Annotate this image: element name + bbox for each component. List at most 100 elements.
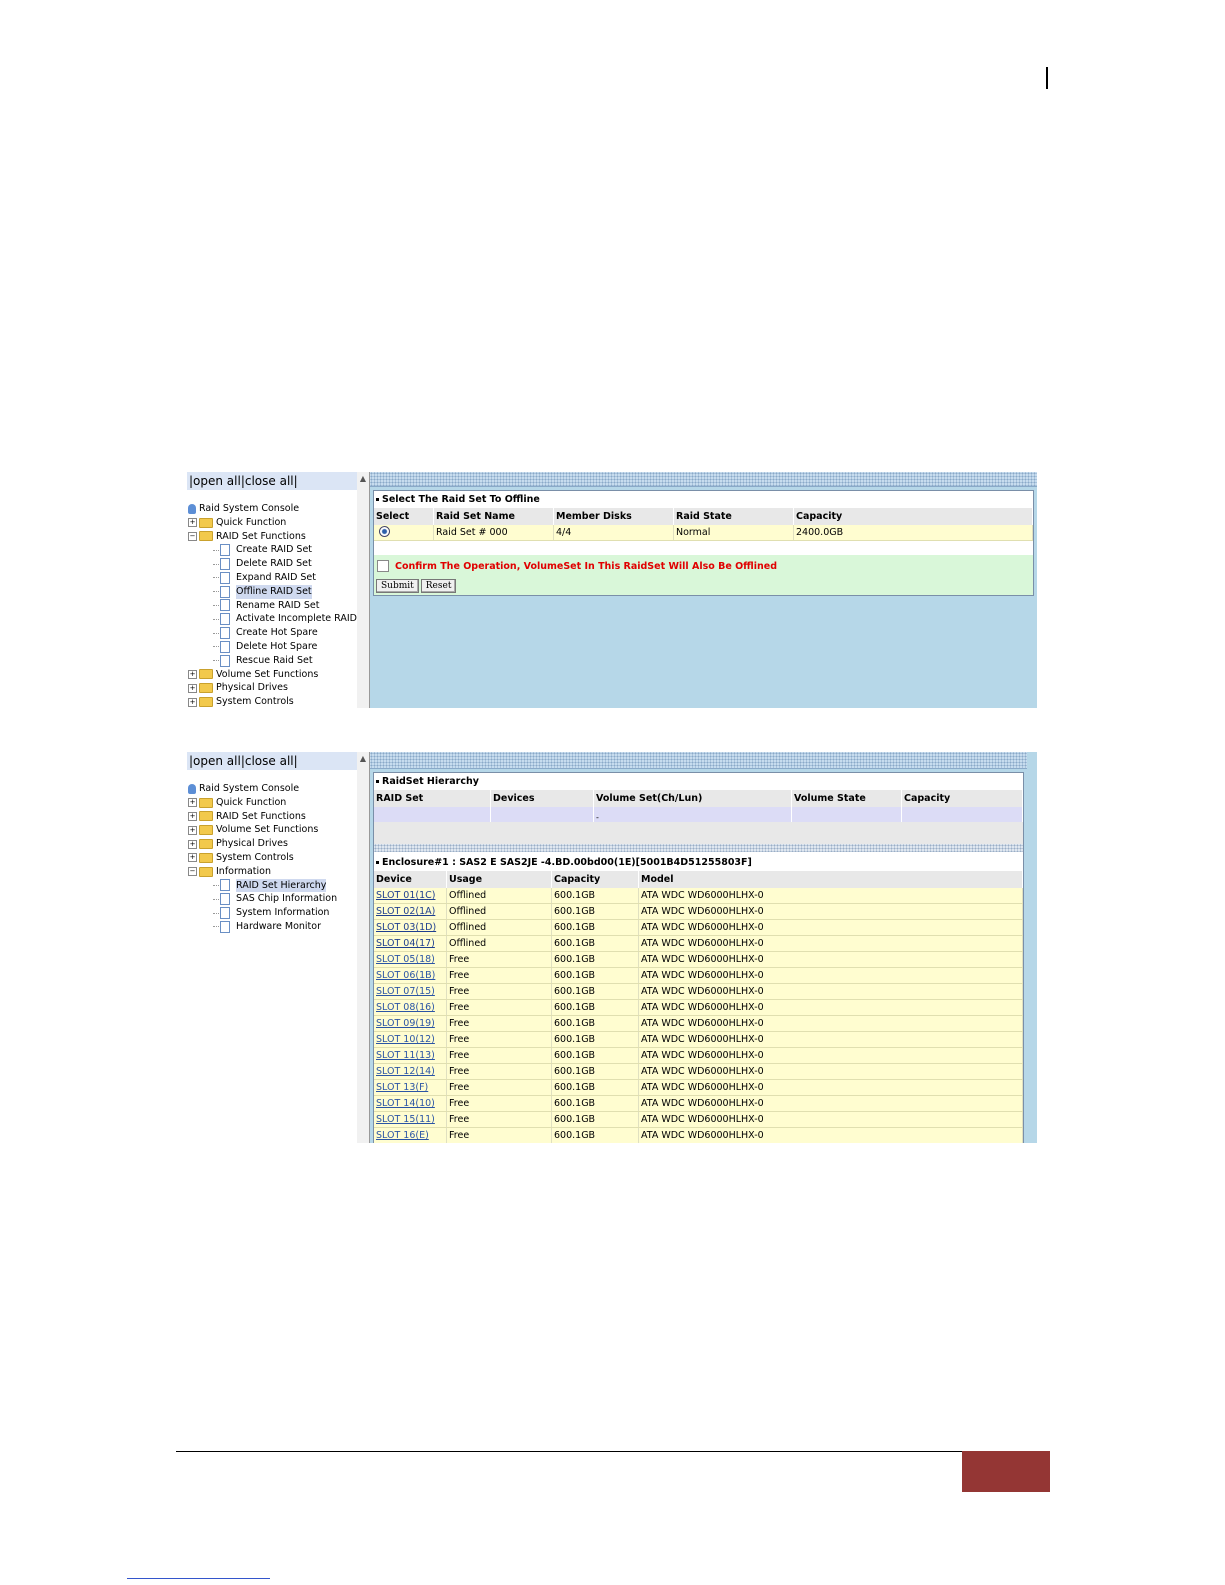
tree-item-label[interactable]: System Information bbox=[236, 906, 329, 920]
tree-scrollbar[interactable]: ▲ bbox=[357, 752, 370, 1143]
tree-item[interactable]: Delete Hot Spare bbox=[187, 640, 357, 654]
expand-icon[interactable]: + bbox=[188, 518, 197, 528]
expand-icon[interactable]: + bbox=[188, 669, 197, 679]
tree-item[interactable]: + Volume Set Functions bbox=[187, 823, 337, 837]
tree-item[interactable]: Create Hot Spare bbox=[187, 626, 357, 640]
slot-link[interactable]: SLOT 10(12) bbox=[376, 1034, 435, 1045]
slot-rows: SLOT 01(1C) Offlined 600.1GB ATA WDC WD6000… bbox=[374, 888, 1023, 1143]
tree-item[interactable]: RAID Set Hierarchy bbox=[187, 878, 337, 893]
slot-link[interactable]: SLOT 06(1B) bbox=[376, 970, 435, 981]
slot-link[interactable]: SLOT 05(18) bbox=[376, 954, 435, 965]
tree-item-label[interactable]: Expand RAID Set bbox=[236, 571, 316, 585]
scroll-up-icon[interactable]: ▲ bbox=[358, 474, 368, 484]
tree-item-label[interactable]: Raid System Console bbox=[199, 502, 299, 516]
tree-item[interactable]: + Quick Function bbox=[187, 796, 337, 810]
tree-item[interactable]: + Volume Set Functions bbox=[187, 668, 357, 682]
tree-item-label[interactable]: Information bbox=[216, 865, 271, 879]
tree-item[interactable]: Raid System Console bbox=[187, 782, 337, 796]
tree-item[interactable]: + Physical Drives bbox=[187, 837, 337, 851]
slot-link[interactable]: SLOT 03(1D) bbox=[376, 922, 436, 933]
bullet-icon bbox=[376, 498, 379, 501]
expand-icon[interactable]: + bbox=[188, 839, 197, 849]
table-row: SLOT 10(12) Free 600.1GB ATA WDC WD6000HLHX… bbox=[374, 1031, 1023, 1048]
expand-icon[interactable]: − bbox=[188, 867, 197, 877]
tree-item[interactable]: + RAID Set Functions bbox=[187, 810, 337, 824]
expand-icon[interactable]: + bbox=[188, 798, 197, 808]
expand-icon[interactable]: + bbox=[188, 825, 197, 835]
tree-scrollbar[interactable]: ▲ bbox=[357, 472, 370, 708]
slot-link[interactable]: SLOT 14(10) bbox=[376, 1098, 435, 1109]
expand-icon[interactable]: + bbox=[188, 853, 197, 863]
slot-link[interactable]: SLOT 15(11) bbox=[376, 1114, 435, 1125]
expand-icon[interactable]: + bbox=[188, 811, 197, 821]
tree-item[interactable]: Hardware Monitor bbox=[187, 920, 337, 934]
tree-item[interactable]: + System Controls bbox=[187, 851, 337, 865]
tree-item[interactable]: Expand RAID Set bbox=[187, 571, 357, 585]
tree-item[interactable]: Offline RAID Set bbox=[187, 584, 357, 599]
tree-item-label[interactable]: Rescue Raid Set bbox=[236, 654, 313, 668]
tree-connector bbox=[213, 632, 219, 634]
tree-item-label[interactable]: RAID Set Functions bbox=[216, 810, 306, 824]
slot-link[interactable]: SLOT 11(13) bbox=[376, 1050, 435, 1061]
tree-item-label[interactable]: Quick Function bbox=[216, 516, 286, 530]
tree-connector bbox=[213, 591, 219, 593]
slot-link[interactable]: SLOT 08(16) bbox=[376, 1002, 435, 1013]
model-cell: ATA WDC WD6000HLHX-0 bbox=[638, 1063, 1023, 1080]
confirm-checkbox[interactable] bbox=[377, 560, 389, 572]
slot-link[interactable]: SLOT 07(15) bbox=[376, 986, 435, 997]
tree-item-label[interactable]: System Controls bbox=[216, 695, 294, 708]
tree-item-label[interactable]: Offline RAID Set bbox=[236, 584, 312, 599]
tree-item-label[interactable]: Quick Function bbox=[216, 796, 286, 810]
open-close-all[interactable]: |open all|close all| bbox=[187, 472, 357, 490]
scroll-up-icon[interactable]: ▲ bbox=[358, 754, 368, 764]
tree-item-label[interactable]: Create Hot Spare bbox=[236, 626, 318, 640]
tree-item[interactable]: Delete RAID Set bbox=[187, 557, 357, 571]
tree-item[interactable]: + System Controls bbox=[187, 695, 357, 708]
tree-item-label[interactable]: RAID Set Functions bbox=[216, 530, 306, 544]
tree-item[interactable]: + Physical Drives bbox=[187, 681, 357, 695]
tree-item-label[interactable]: Delete Hot Spare bbox=[236, 640, 317, 654]
tree-item-label[interactable]: Physical Drives bbox=[216, 681, 288, 695]
expand-icon[interactable]: + bbox=[188, 697, 197, 707]
slot-link[interactable]: SLOT 16(E) bbox=[376, 1130, 429, 1141]
tree-item-label[interactable]: Delete RAID Set bbox=[236, 557, 312, 571]
slot-link[interactable]: SLOT 04(17) bbox=[376, 938, 435, 949]
tree-item-label[interactable]: Physical Drives bbox=[216, 837, 288, 851]
expand-icon[interactable]: + bbox=[188, 683, 197, 693]
tree-item-label[interactable]: Create RAID Set bbox=[236, 543, 312, 557]
tree-list: Raid System Console + Quick Function − RAID … bbox=[187, 502, 357, 708]
tree-item-label[interactable]: Hardware Monitor bbox=[236, 920, 321, 934]
tree-item-label[interactable]: Activate Incomplete RAID bbox=[236, 612, 357, 626]
submit-button[interactable]: Submit bbox=[376, 579, 419, 593]
tree-item[interactable]: System Information bbox=[187, 906, 337, 920]
table-row: SLOT 08(16) Free 600.1GB ATA WDC WD6000HLHX… bbox=[374, 999, 1023, 1016]
header-divider bbox=[1046, 67, 1048, 89]
slot-link[interactable]: SLOT 09(19) bbox=[376, 1018, 435, 1029]
tree-item-label[interactable]: Rename RAID Set bbox=[236, 599, 319, 613]
tree-item[interactable]: SAS Chip Information bbox=[187, 892, 337, 906]
tree-item-label[interactable]: System Controls bbox=[216, 851, 294, 865]
tree-item-label[interactable]: Volume Set Functions bbox=[216, 668, 318, 682]
tree-item-label[interactable]: SAS Chip Information bbox=[236, 892, 337, 906]
slot-link[interactable]: SLOT 02(1A) bbox=[376, 906, 435, 917]
select-radio[interactable] bbox=[379, 525, 390, 537]
tree-item[interactable]: − Information bbox=[187, 865, 337, 879]
slot-link[interactable]: SLOT 12(14) bbox=[376, 1066, 435, 1077]
open-close-all[interactable]: |open all|close all| bbox=[187, 752, 357, 770]
table-row[interactable]: Raid Set # 000 4/4 Normal 2400.0GB bbox=[374, 525, 1033, 541]
expand-icon[interactable]: − bbox=[188, 531, 197, 541]
tree-item-label[interactable]: Raid System Console bbox=[199, 782, 299, 796]
tree-item[interactable]: Rename RAID Set bbox=[187, 599, 357, 613]
reset-button[interactable]: Reset bbox=[420, 579, 457, 593]
tree-item[interactable]: − RAID Set Functions bbox=[187, 530, 357, 544]
tree-item-label[interactable]: RAID Set Hierarchy bbox=[236, 878, 327, 893]
col-raid-state: Raid State bbox=[673, 508, 794, 525]
tree-item[interactable]: Create RAID Set bbox=[187, 543, 357, 557]
tree-item[interactable]: + Quick Function bbox=[187, 516, 357, 530]
slot-link[interactable]: SLOT 13(F) bbox=[376, 1082, 428, 1093]
tree-item[interactable]: Activate Incomplete RAID bbox=[187, 612, 357, 626]
tree-item-label[interactable]: Volume Set Functions bbox=[216, 823, 318, 837]
tree-item[interactable]: Rescue Raid Set bbox=[187, 654, 357, 668]
slot-link[interactable]: SLOT 01(1C) bbox=[376, 890, 435, 901]
tree-item[interactable]: Raid System Console bbox=[187, 502, 357, 516]
